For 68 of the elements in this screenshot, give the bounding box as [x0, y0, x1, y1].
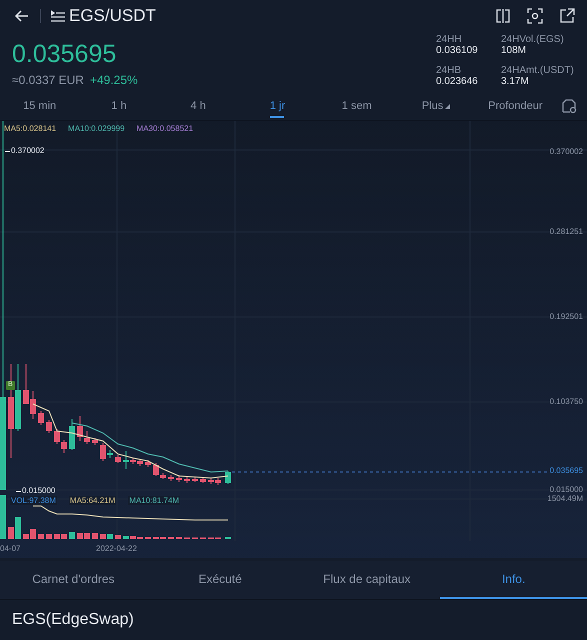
candle — [176, 474, 182, 482]
moving-average-label: MA5:0.028141 — [4, 124, 56, 133]
volume-bar — [92, 533, 98, 539]
date-label: 04-07 — [0, 544, 20, 553]
back-arrow-icon[interactable] — [14, 8, 30, 24]
stat-value: 108M — [501, 45, 528, 56]
volume-bar — [38, 534, 44, 539]
price-tick-icon — [5, 151, 10, 153]
screenshot-icon[interactable] — [527, 8, 543, 24]
fiat-price: ≈0.0337 EUR — [12, 73, 84, 87]
buy-marker-icon — [6, 381, 15, 390]
volume-legend-label: MA10:81.74M — [128, 496, 180, 505]
volume-legend-label: VOL:97.38M — [10, 496, 57, 505]
volume-axis-label: 1504.49M — [547, 494, 583, 503]
section-tab[interactable]: Info. — [440, 561, 587, 599]
candle — [168, 474, 174, 482]
stat-value: 0.036109 — [436, 45, 479, 56]
volume-bar — [115, 535, 121, 539]
axis-label: 0.103750 — [550, 397, 583, 406]
candle — [115, 454, 121, 464]
volume-bar — [46, 534, 52, 539]
volume-legend-label: MA5:64.21M — [68, 496, 116, 505]
moving-average-label: MA10:0.029999 — [68, 124, 125, 133]
axis-label: 0.281251 — [550, 227, 583, 236]
price-change: +49.25% — [90, 73, 138, 87]
candle — [225, 470, 231, 484]
candle — [200, 476, 206, 484]
date-label: 2022-04-22 — [96, 544, 137, 553]
section-tab[interactable]: Carnet d'ordres — [0, 561, 147, 599]
candle — [184, 476, 190, 484]
candle — [46, 420, 52, 434]
interval-tab[interactable]: Plus — [396, 92, 476, 120]
candle — [145, 460, 151, 468]
stat-value: 0.023646 — [436, 76, 479, 87]
axis-label: 0.370002 — [550, 147, 583, 156]
stat-label: 24HH — [436, 34, 463, 45]
candle — [69, 418, 75, 450]
candle — [92, 438, 98, 446]
pair-title: EGS/USDT — [69, 6, 157, 26]
moving-average-label: MA30:0.058521 — [136, 124, 194, 133]
share-icon[interactable] — [559, 8, 575, 24]
stat-label: 24HB — [436, 65, 462, 76]
menu-icon[interactable] — [51, 10, 65, 22]
axis-label: 0.015000 — [550, 485, 583, 494]
section-tab[interactable]: Flux de capitaux — [294, 561, 440, 599]
stat-value: 3.17M — [501, 76, 530, 87]
volume-bar — [0, 495, 6, 539]
stat-label: 24HVol.(EGS) — [501, 34, 565, 45]
candle — [38, 410, 44, 426]
last-price-label: 0.035695 — [550, 466, 583, 475]
candle — [192, 476, 198, 482]
split-view-icon[interactable] — [495, 8, 511, 24]
stat-label: 24HAmt.(USDT) — [501, 65, 575, 76]
interval-tab[interactable]: 15 min — [0, 92, 80, 120]
asset-title: EGS(EdgeSwap) — [11, 610, 135, 630]
axis-label: 0.192501 — [550, 312, 583, 321]
volume-bar — [69, 532, 75, 539]
high-price-label: 0.370002 — [11, 146, 44, 155]
low-price-label: 0.015000 — [22, 486, 56, 495]
interval-tab[interactable]: 4 h — [158, 92, 238, 120]
interval-tab[interactable]: 1 sem — [317, 92, 396, 120]
last-price: 0.035695 — [12, 40, 118, 69]
interval-tab[interactable]: 1 h — [79, 92, 159, 120]
interval-tab[interactable]: 1 jr — [238, 92, 318, 120]
dropdown-triangle-icon — [445, 104, 450, 108]
interval-tab[interactable]: Profondeur — [476, 92, 555, 120]
section-tab[interactable]: Exécuté — [146, 561, 294, 599]
price-tick-icon — [16, 491, 21, 493]
